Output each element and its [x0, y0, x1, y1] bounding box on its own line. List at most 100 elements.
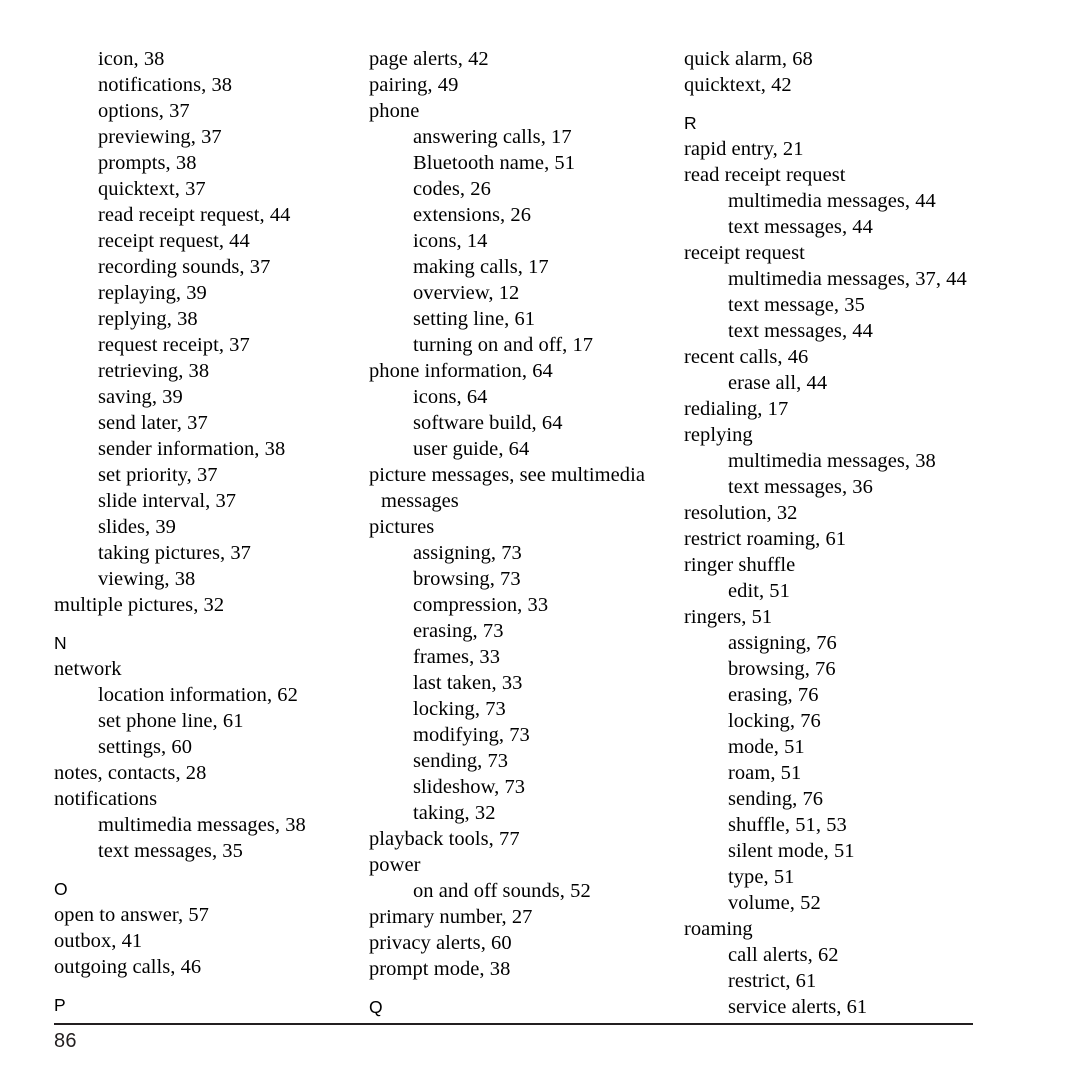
index-entry: mode, 51 — [728, 736, 805, 758]
index-entry: text message, 35 — [728, 294, 865, 316]
index-entry: software build, 64 — [413, 412, 563, 434]
index-entry: multimedia messages, 44 — [728, 190, 936, 212]
index-entry: overview, 12 — [413, 282, 520, 304]
index-entry: multimedia messages, 37, 44 — [728, 268, 967, 290]
section-letter-n: N — [54, 633, 67, 653]
index-entry: browsing, 76 — [728, 658, 836, 680]
index-entry: roaming — [684, 918, 753, 940]
index-entry: quicktext, 42 — [684, 74, 792, 96]
index-entry: call alerts, 62 — [728, 944, 839, 966]
index-entry: slides, 39 — [98, 516, 176, 538]
index-entry: retrieving, 38 — [98, 360, 210, 382]
index-entry: multimedia messages, 38 — [98, 814, 306, 836]
index-entry: icon, 38 — [98, 48, 165, 70]
index-entry: user guide, 64 — [413, 438, 530, 460]
index-entry: picture messages, see multimedia — [369, 464, 645, 486]
index-entry: compression, 33 — [413, 594, 549, 616]
index-column-3: quick alarm, 68 quicktext, 42 Rrapid entry… — [684, 46, 989, 1020]
index-entry: pairing, 49 — [369, 74, 459, 96]
index-entry: previewing, 37 — [98, 126, 222, 148]
page-number: 86 — [54, 1030, 77, 1052]
index-entry: volume, 52 — [728, 892, 821, 914]
index-entry: setting line, 61 — [413, 308, 536, 330]
index-entry: set phone line, 61 — [98, 710, 244, 732]
index-entry: icons, 14 — [413, 230, 488, 252]
index-entry: page alerts, 42 — [369, 48, 489, 70]
index-entry: frames, 33 — [413, 646, 501, 668]
index-entry: edit, 51 — [728, 580, 790, 602]
index-entry: restrict, 61 — [728, 970, 817, 992]
index-entry: location information, 62 — [98, 684, 298, 706]
index-entry: quick alarm, 68 — [684, 48, 813, 70]
footer-divider — [54, 1023, 973, 1025]
section-letter-q: Q — [369, 997, 383, 1017]
index-entry: outbox, 41 — [54, 930, 143, 952]
index-entry: notifications, 38 — [98, 74, 233, 96]
index-entry: text messages, 36 — [728, 476, 873, 498]
index-entry: last taken, 33 — [413, 672, 523, 694]
index-entry: erasing, 73 — [413, 620, 504, 642]
index-entry: settings, 60 — [98, 736, 192, 758]
index-entry: text messages, 44 — [728, 216, 873, 238]
index-entry: read receipt request, 44 — [98, 204, 291, 226]
index-entry: icons, 64 — [413, 386, 488, 408]
index-entry: ringer shuffle — [684, 554, 796, 576]
index-entry: rapid entry, 21 — [684, 138, 804, 160]
index-entry: request receipt, 37 — [98, 334, 250, 356]
index-entry: roam, 51 — [728, 762, 802, 784]
index-entry: notes, contacts, 28 — [54, 762, 207, 784]
index-column-1: icon, 38 notifications, 38 options, 37 prev… — [54, 46, 359, 1018]
index-entry: codes, 26 — [413, 178, 491, 200]
index-entry: sending, 73 — [413, 750, 509, 772]
index-entry: erase all, 44 — [728, 372, 828, 394]
index-entry: prompts, 38 — [98, 152, 197, 174]
index-entry: phone information, 64 — [369, 360, 553, 382]
index-entry: read receipt request — [684, 164, 846, 186]
index-entry: network — [54, 658, 122, 680]
index-entry: answering calls, 17 — [413, 126, 572, 148]
index-entry: replaying, 39 — [98, 282, 207, 304]
index-entry: notifications — [54, 788, 158, 810]
index-entry: send later, 37 — [98, 412, 208, 434]
index-entry: modifying, 73 — [413, 724, 530, 746]
index-entry: prompt mode, 38 — [369, 958, 511, 980]
index-entry: slide interval, 37 — [98, 490, 237, 512]
index-entry: assigning, 76 — [728, 632, 837, 654]
index-entry: locking, 73 — [413, 698, 506, 720]
index-entry: recording sounds, 37 — [98, 256, 271, 278]
index-entry: recent calls, 46 — [684, 346, 809, 368]
index-entry: primary number, 27 — [369, 906, 533, 928]
index-entry: options, 37 — [98, 100, 190, 122]
section-letter-p: P — [54, 995, 66, 1015]
index-entry: erasing, 76 — [728, 684, 819, 706]
index-entry: replying, 38 — [98, 308, 198, 330]
index-entry: sender information, 38 — [98, 438, 286, 460]
index-entry: multiple pictures, 32 — [54, 594, 225, 616]
index-entry: receipt request — [684, 242, 805, 264]
section-letter-o: O — [54, 879, 68, 899]
index-entry: extensions, 26 — [413, 204, 531, 226]
index-entry: making calls, 17 — [413, 256, 549, 278]
index-entry: power — [369, 854, 421, 876]
index-entry: locking, 76 — [728, 710, 821, 732]
index-entry: quicktext, 37 — [98, 178, 206, 200]
index-entry: assigning, 73 — [413, 542, 522, 564]
index-entry: open to answer, 57 — [54, 904, 209, 926]
index-entry: taking pictures, 37 — [98, 542, 251, 564]
index-entry: multimedia messages, 38 — [728, 450, 936, 472]
index-entry: service alerts, 61 — [728, 996, 868, 1018]
index-columns: icon, 38 notifications, 38 options, 37 prev… — [54, 46, 1026, 1020]
index-page: icon, 38 notifications, 38 options, 37 prev… — [0, 0, 1080, 1080]
index-entry: type, 51 — [728, 866, 795, 888]
index-entry: pictures — [369, 516, 435, 538]
index-entry: restrict roaming, 61 — [684, 528, 847, 550]
index-entry: messages — [381, 490, 459, 512]
index-entry: privacy alerts, 60 — [369, 932, 512, 954]
index-entry: shuffle, 51, 53 — [728, 814, 847, 836]
index-entry: browsing, 73 — [413, 568, 521, 590]
index-entry: text messages, 35 — [98, 840, 243, 862]
index-entry: text messages, 44 — [728, 320, 873, 342]
index-entry: phone — [369, 100, 420, 122]
index-entry: outgoing calls, 46 — [54, 956, 202, 978]
index-entry: saving, 39 — [98, 386, 183, 408]
